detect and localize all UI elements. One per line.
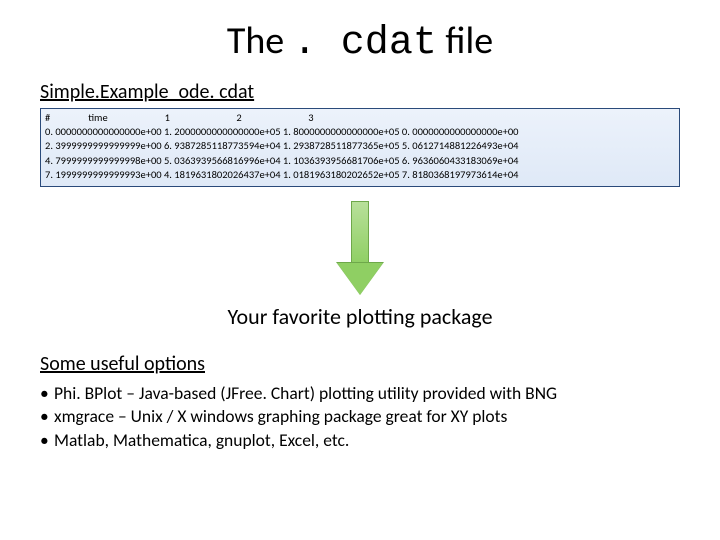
- file-row: 4. 7999999999999998e+00 5. 0363939566816…: [45, 154, 519, 167]
- title-suffix: file: [437, 18, 493, 64]
- title-mono: . cdat: [293, 21, 437, 66]
- bullet-dot-icon: •: [40, 382, 54, 406]
- file-row: 0. 0000000000000000e+00 1. 2000000000000…: [45, 125, 519, 138]
- list-item: • Phi. BPlot – Java-based (JFree. Chart)…: [40, 382, 680, 406]
- arrow-container: [40, 201, 680, 297]
- bullet-text: xmgrace – Unix / X windows graphing pack…: [54, 405, 507, 429]
- list-item: • xmgrace – Unix / X windows graphing pa…: [40, 405, 680, 429]
- bullet-dot-icon: •: [40, 405, 54, 429]
- bullet-dot-icon: •: [40, 429, 54, 453]
- list-item: • Matlab, Mathematica, gnuplot, Excel, e…: [40, 429, 680, 453]
- title-prefix: The: [227, 18, 293, 64]
- bullet-text: Matlab, Mathematica, gnuplot, Excel, etc…: [54, 429, 349, 453]
- slide: The . cdat file Simple.Example_ode. cdat…: [0, 0, 720, 540]
- options-heading: Some useful options: [40, 352, 680, 376]
- file-header-row: # time 1 2 3: [45, 111, 314, 124]
- file-content-box: # time 1 2 3 0. 0000000000000000e+00 1. …: [40, 108, 680, 187]
- center-caption: Your favorite plotting package: [40, 303, 680, 330]
- file-row: 2. 3999999999999999e+00 6. 9387285118773…: [45, 139, 519, 152]
- page-title: The . cdat file: [40, 18, 680, 66]
- file-row: 7. 1999999999999993e+00 4. 1819631802026…: [45, 168, 519, 181]
- bullet-text: Phi. BPlot – Java-based (JFree. Chart) p…: [54, 382, 557, 406]
- bullet-list: • Phi. BPlot – Java-based (JFree. Chart)…: [40, 382, 680, 453]
- down-arrow-icon: [337, 201, 383, 297]
- file-label: Simple.Example_ode. cdat: [40, 80, 680, 104]
